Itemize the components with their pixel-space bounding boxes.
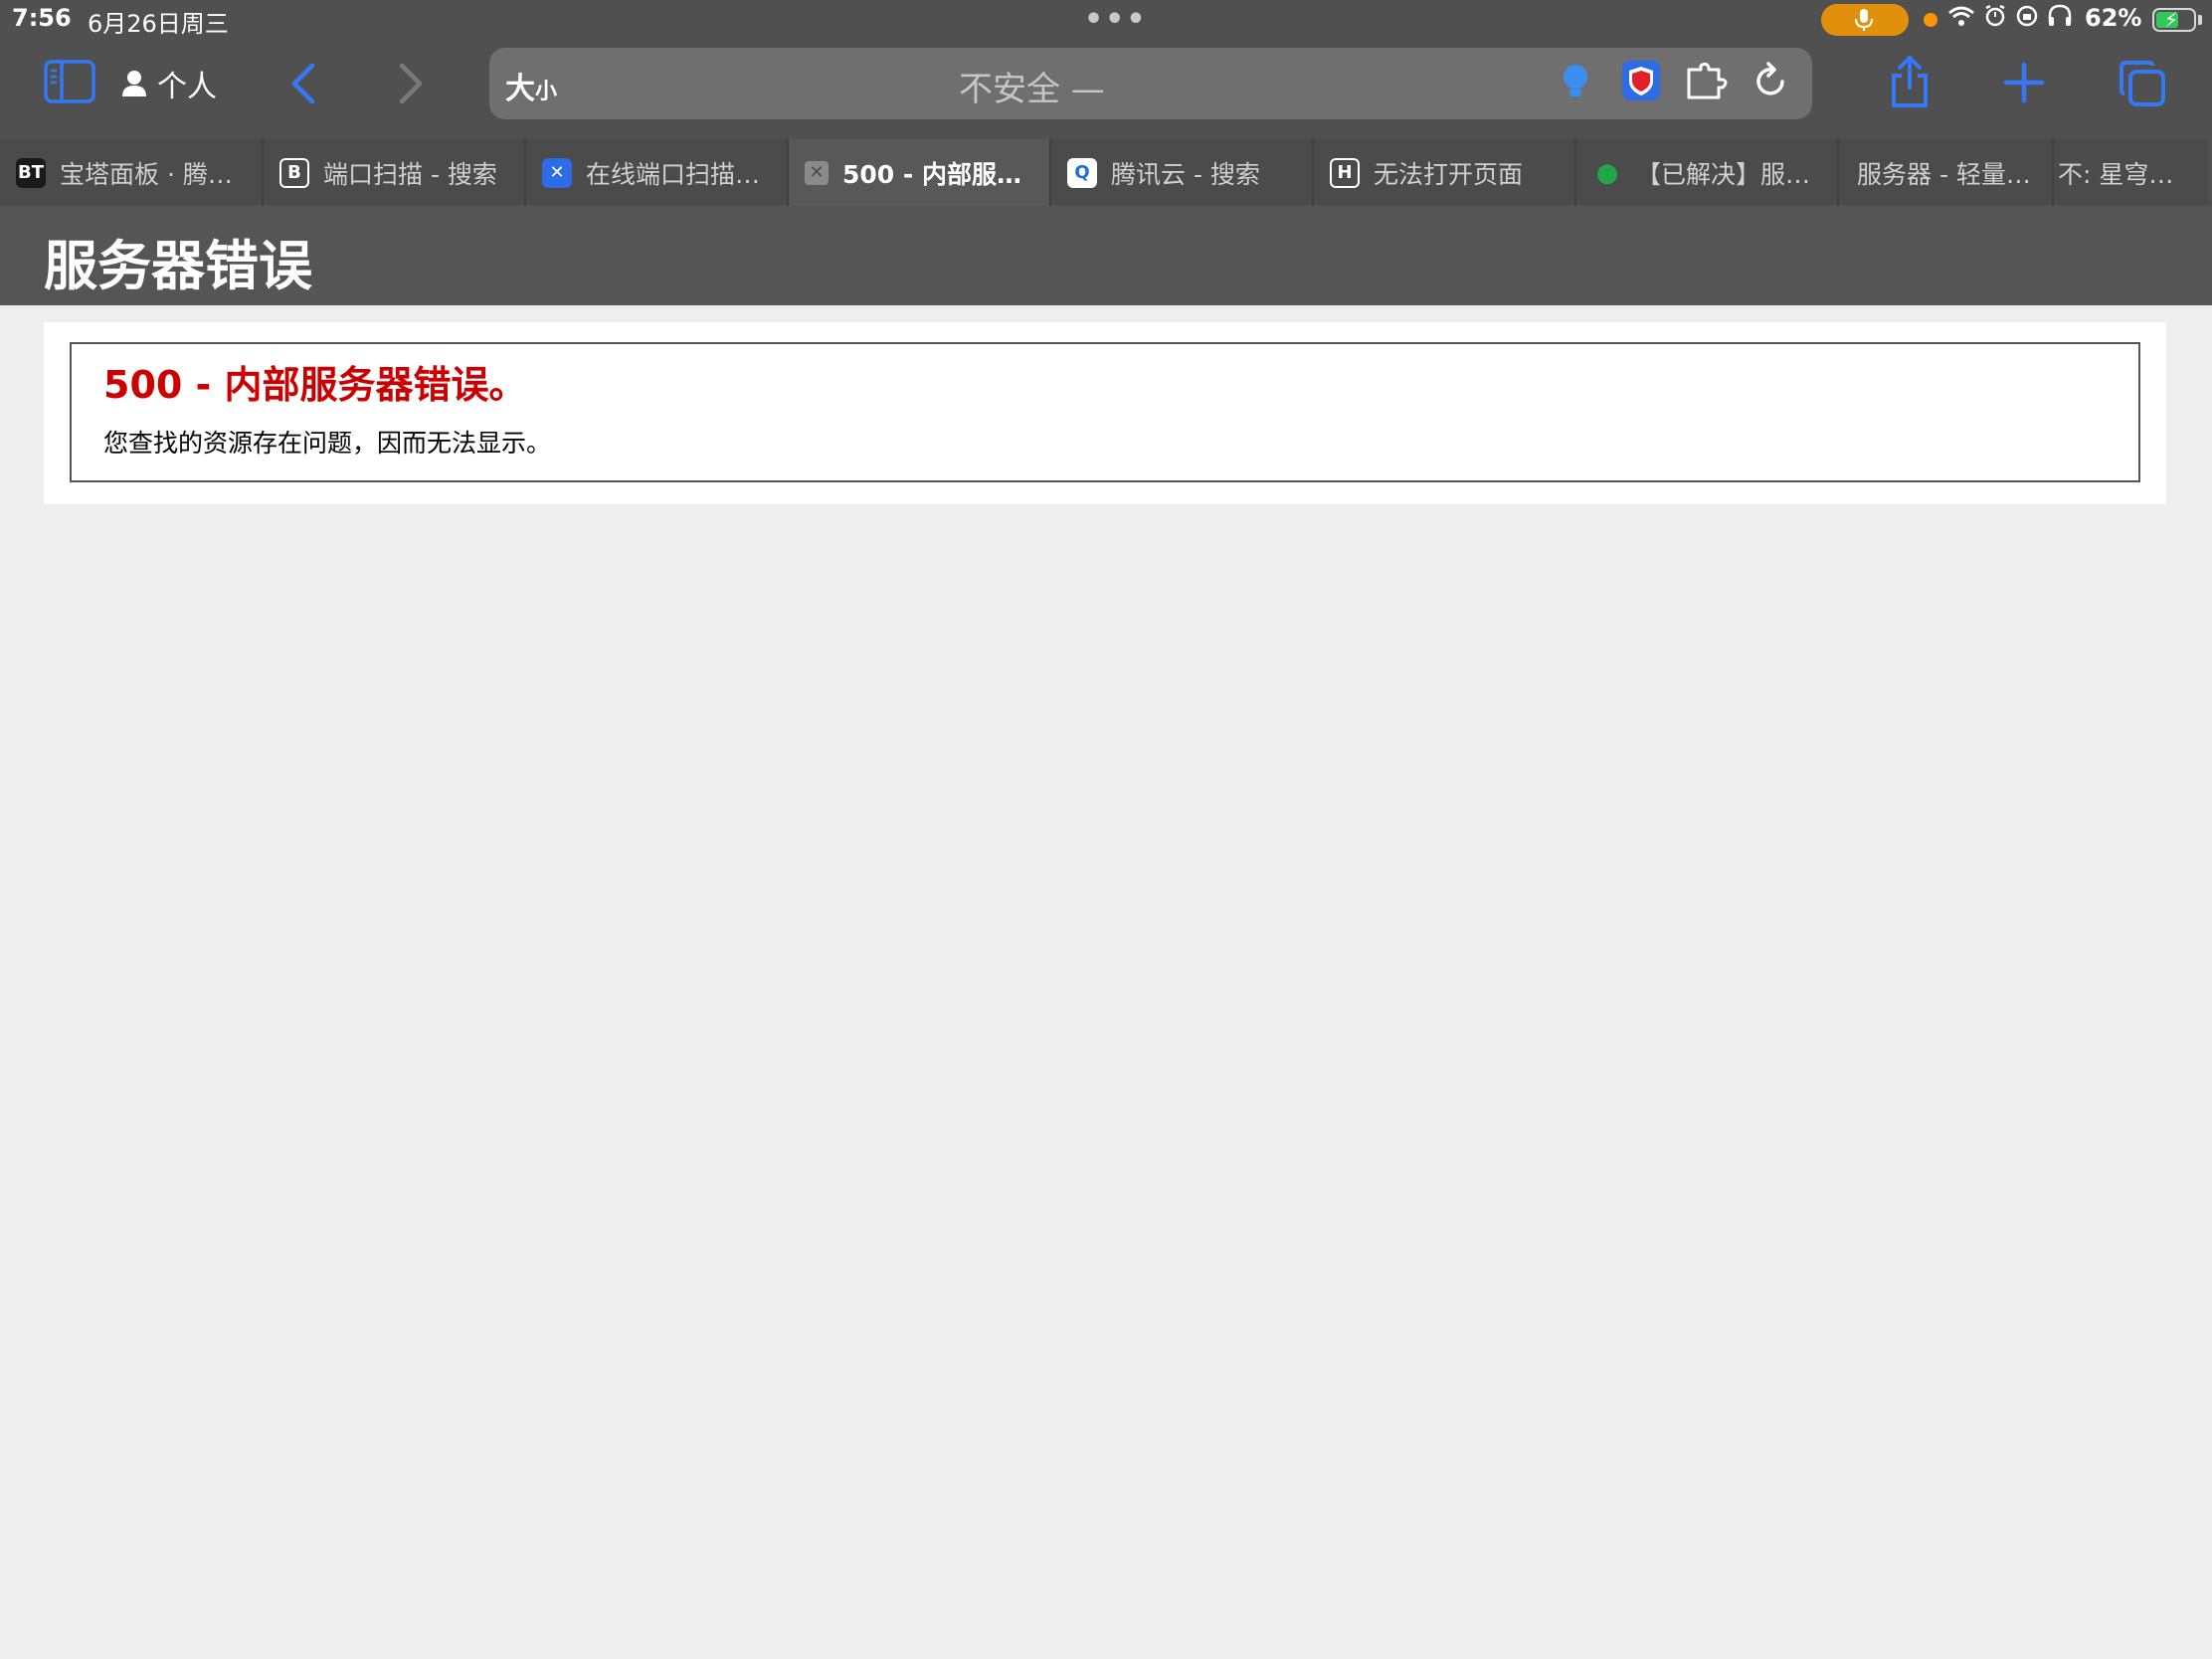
- tab-label: 在线端口扫描…: [586, 159, 761, 189]
- status-icons: [1947, 4, 2073, 28]
- tab-bar: BT 宝塔面板 · 腾… B 端口扫描 - 搜索 ✕ 在线端口扫描… ✕ 500…: [0, 139, 2212, 206]
- bing-favicon-icon: B: [279, 157, 309, 188]
- tab-label: 宝塔面板 · 腾…: [60, 159, 233, 189]
- tab-label: 端口扫描 - 搜索: [323, 159, 497, 189]
- alarm-icon: [1985, 4, 2005, 27]
- extension-bulb-button[interactable]: [1562, 62, 1589, 107]
- back-button[interactable]: [288, 62, 318, 105]
- status-time: 7:56: [12, 4, 72, 32]
- shield-icon: [1622, 61, 1660, 100]
- h-favicon-icon: H: [1330, 157, 1360, 188]
- tools-favicon-icon: ✕: [542, 157, 572, 188]
- charging-bolt-icon: ⚡: [2164, 8, 2179, 32]
- tab-label: 500 - 内部服…: [842, 159, 1021, 189]
- battery-tip: [2198, 15, 2202, 25]
- profile-label: 个人: [157, 70, 217, 104]
- address-text[interactable]: 不安全 —: [959, 62, 1105, 110]
- bt-favicon-icon: BT: [16, 157, 46, 188]
- text-size-large: 大: [505, 72, 535, 106]
- sidebar-toggle-button[interactable]: [44, 60, 95, 103]
- error-box: 500 - 内部服务器错误。 您查找的资源存在问题，因而无法显示。: [70, 342, 2140, 482]
- tab-overview-button[interactable]: [2119, 60, 2166, 107]
- browser-toolbar: 个人 大小 不安全 —: [0, 40, 2212, 139]
- tab-label: 无法打开页面: [1374, 159, 1524, 189]
- battery-icon: ⚡: [2152, 8, 2196, 32]
- tabs-icon: [2120, 61, 2165, 106]
- address-bar[interactable]: 大小 不安全 —: [489, 48, 1812, 119]
- mic-in-use-dot: [1924, 13, 1937, 27]
- error-title: 500 - 内部服务器错误。: [103, 363, 527, 407]
- page-title: 服务器错误: [44, 235, 312, 297]
- close-tab-icon[interactable]: ✕: [805, 160, 829, 185]
- headphones-icon: [2048, 4, 2072, 26]
- extension-shield-button[interactable]: [1621, 60, 1661, 105]
- tab-3-active[interactable]: ✕ 500 - 内部服…: [789, 139, 1051, 206]
- sidebar-icon: [44, 60, 95, 103]
- tab-label: 不: 星穹…: [2058, 159, 2174, 189]
- tab-0[interactable]: BT 宝塔面板 · 腾…: [0, 139, 264, 206]
- tab-6[interactable]: ● 【已解决】服…: [1576, 139, 1839, 206]
- text-size-button[interactable]: 大小: [505, 64, 557, 107]
- text-size-small: 小: [535, 80, 558, 104]
- share-button[interactable]: [1888, 54, 1932, 109]
- status-bar: 7:56 6月26日周三 ••• 62% ⚡: [0, 0, 2212, 40]
- shield-favicon-icon: ●: [1595, 157, 1619, 188]
- battery-percent: 62%: [2085, 4, 2142, 32]
- error-description: 您查找的资源存在问题，因而无法显示。: [103, 429, 552, 458]
- tab-8[interactable]: 不: 星穹…: [2054, 139, 2208, 206]
- forward-button[interactable]: [396, 62, 426, 105]
- tab-2[interactable]: ✕ 在线端口扫描…: [526, 139, 789, 206]
- share-icon: [1892, 56, 1928, 107]
- tab-4[interactable]: Q 腾讯云 - 搜索: [1051, 139, 1314, 206]
- browser-chrome: 7:56 6月26日周三 ••• 62% ⚡ 个人 大小 不安全 — BT 宝塔…: [0, 0, 2212, 206]
- page-header: 服务器错误: [0, 206, 2212, 305]
- tab-label: 【已解决】服…: [1636, 159, 1811, 189]
- tab-5[interactable]: H 无法打开页面: [1314, 139, 1576, 206]
- lightbulb-icon: [1564, 65, 1587, 96]
- extensions-button[interactable]: [1685, 62, 1729, 105]
- chevron-right-icon: [399, 63, 423, 104]
- status-date: 6月26日周三: [88, 10, 229, 38]
- reload-icon: [1756, 62, 1784, 95]
- tab-label: 腾讯云 - 搜索: [1111, 159, 1260, 189]
- reload-button[interactable]: [1752, 60, 1788, 103]
- wifi-icon: [1948, 6, 1974, 26]
- microphone-icon: [1855, 9, 1873, 31]
- search-favicon-icon: Q: [1067, 157, 1097, 188]
- tab-1[interactable]: B 端口扫描 - 搜索: [264, 139, 526, 206]
- orientation-lock-icon: [2016, 5, 2038, 27]
- profile-button[interactable]: 个人: [121, 64, 217, 104]
- multitasking-dots-icon[interactable]: •••: [1084, 2, 1148, 37]
- chevron-left-icon: [291, 63, 315, 104]
- microphone-indicator: [1821, 4, 1909, 36]
- tab-label: 服务器 - 轻量…: [1857, 159, 2031, 189]
- puzzle-icon: [1687, 62, 1728, 99]
- person-icon: [122, 71, 146, 96]
- plus-icon: [2003, 62, 2045, 103]
- new-tab-button[interactable]: [2003, 62, 2045, 103]
- content-area: 500 - 内部服务器错误。 您查找的资源存在问题，因而无法显示。: [44, 322, 2166, 504]
- tab-7[interactable]: 服务器 - 轻量…: [1839, 139, 2054, 206]
